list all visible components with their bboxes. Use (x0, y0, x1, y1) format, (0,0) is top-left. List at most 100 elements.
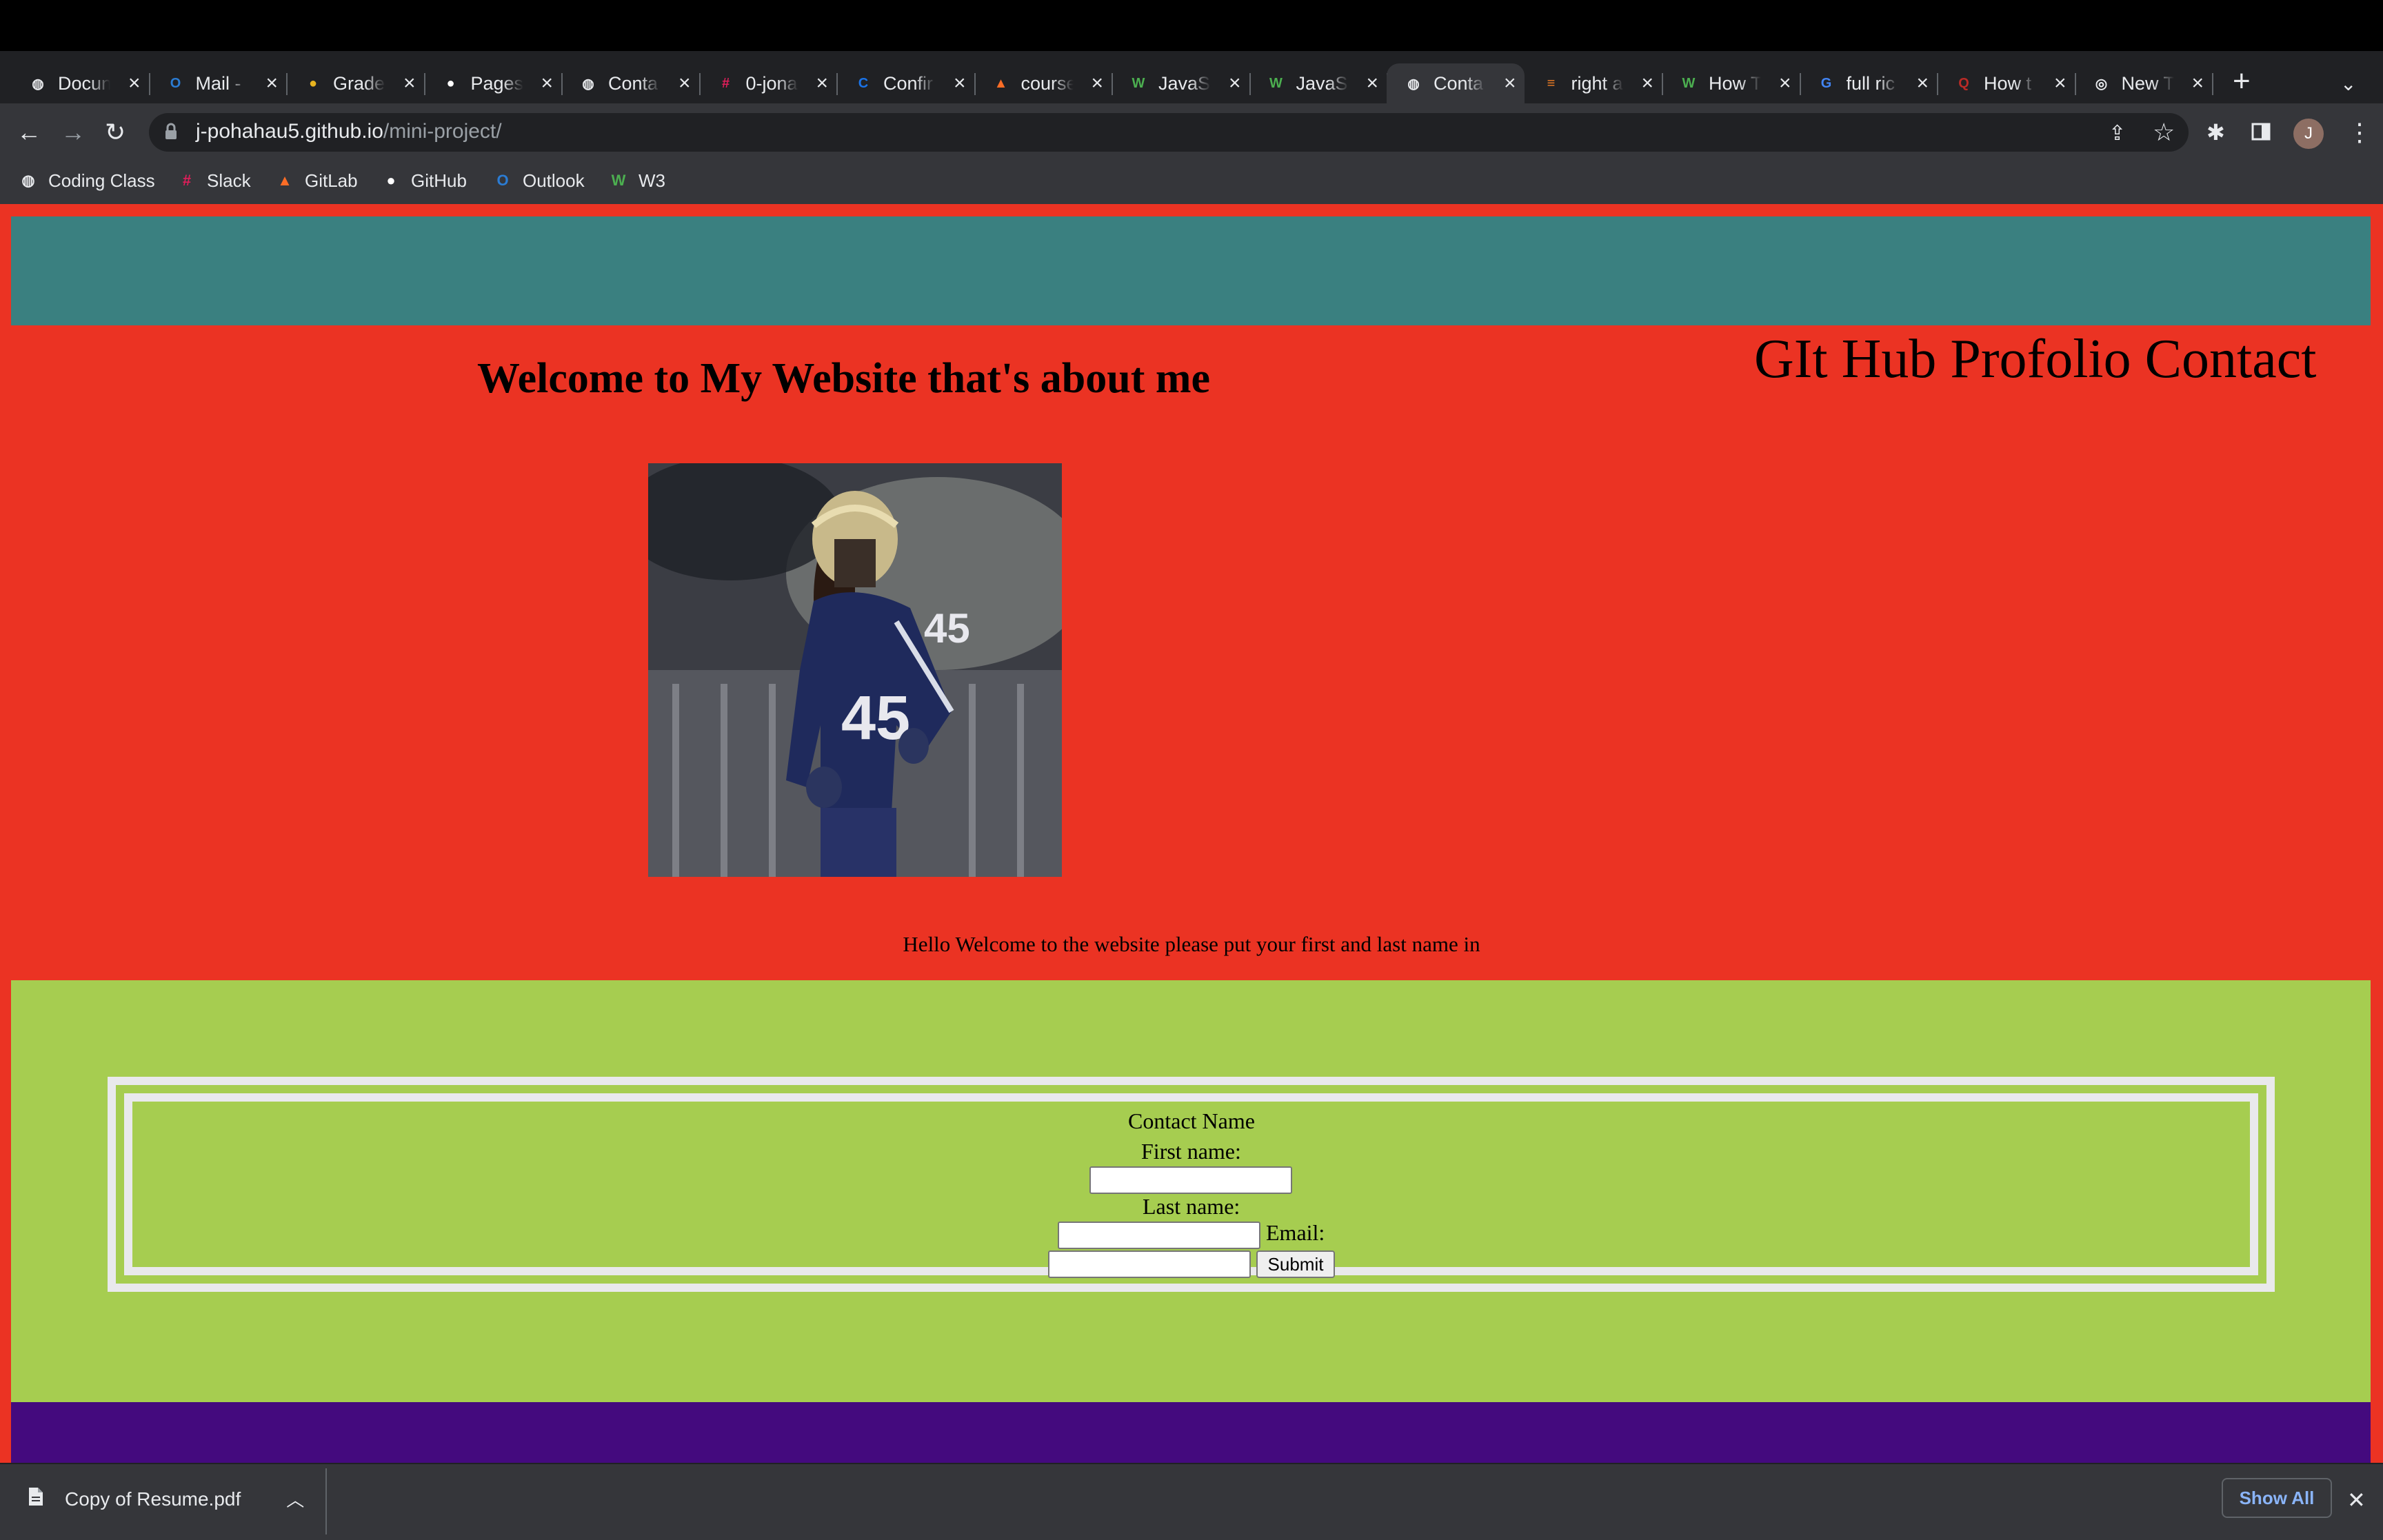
gitlab-icon: ▲ (994, 75, 1008, 91)
browser-tab[interactable]: ● Grade × (286, 63, 425, 103)
bookmark-item[interactable]: O Outlook (492, 167, 585, 194)
tab-title: How t (1984, 72, 2032, 94)
browser-tab[interactable]: C Confir × (836, 63, 976, 103)
email-label: Email: (1266, 1220, 1325, 1245)
header-band (11, 216, 2371, 325)
close-downloads-icon[interactable]: ✕ (2347, 1486, 2366, 1514)
footer-band (11, 1402, 2371, 1463)
close-tab-icon[interactable]: × (2191, 73, 2204, 94)
close-tab-icon[interactable]: × (1366, 73, 1378, 94)
globe-icon: ◍ (1407, 76, 1420, 92)
browser-tab[interactable]: W JavaS × (1249, 63, 1388, 103)
browser-tab[interactable]: W How T × (1662, 63, 1801, 103)
w3-icon: W (1132, 75, 1145, 91)
close-tab-icon[interactable]: × (1091, 73, 1103, 94)
bookmark-label: Slack (207, 170, 251, 191)
close-tab-icon[interactable]: × (816, 73, 828, 94)
globe-icon: ◍ (21, 172, 35, 189)
browser-tab[interactable]: ● Pages × (424, 63, 563, 103)
tab-title: Conta (608, 72, 658, 94)
url-text[interactable]: j-pohahau5.github.io/mini-project/ (196, 120, 502, 143)
tab-title: JavaS (1158, 72, 1211, 94)
last-name-input[interactable] (1058, 1222, 1260, 1249)
first-name-input[interactable] (1089, 1166, 1292, 1194)
lock-icon[interactable] (164, 123, 178, 145)
close-tab-icon[interactable]: × (1779, 73, 1791, 94)
new-tab-icon[interactable]: + (2233, 66, 2251, 97)
tab-title: right a (1571, 72, 1623, 94)
browser-tab[interactable]: ◍ Docun × (11, 63, 150, 103)
close-tab-icon[interactable]: × (1504, 73, 1516, 94)
tab-title: 0-jona (745, 72, 798, 94)
bookmark-item[interactable]: ● GitHub (381, 167, 467, 194)
bookmark-item[interactable]: ▲ GitLab (274, 167, 358, 194)
form-legend: Contact Name (1128, 1108, 1255, 1133)
chrome-icon: ◎ (2095, 76, 2108, 92)
stackoverflow-icon: ≡ (1547, 75, 1556, 91)
close-tab-icon[interactable]: × (1229, 73, 1241, 94)
share-icon[interactable]: ⇪ (2109, 120, 2126, 148)
last-name-label: Last name: (1143, 1194, 1240, 1219)
confirm-icon: C (858, 75, 869, 91)
browser-tab[interactable]: ▲ course × (974, 63, 1113, 103)
w3-icon: W (1269, 75, 1283, 91)
tab-title: course (1020, 72, 1074, 94)
tab-search-icon[interactable]: ⌄ (2340, 70, 2356, 98)
browser-tab[interactable]: ≡ right a × (1525, 63, 1663, 103)
quora-icon: Q (1958, 75, 1969, 91)
close-tab-icon[interactable]: × (128, 73, 141, 94)
w3-icon: W (611, 172, 626, 189)
bookmark-label: Outlook (523, 170, 585, 191)
close-tab-icon[interactable]: × (265, 73, 278, 94)
bookmark-label: GitLab (305, 170, 358, 191)
browser-tab[interactable]: #0-jona × (699, 63, 838, 103)
bookmark-item[interactable]: W W3 (608, 167, 665, 194)
profile-avatar[interactable]: J (2293, 119, 2324, 149)
tab-title: full ric (1846, 72, 1896, 94)
close-tab-icon[interactable]: × (541, 73, 553, 94)
side-panel-icon[interactable] (2251, 120, 2271, 148)
close-tab-icon[interactable]: × (403, 73, 416, 94)
browser-tab[interactable]: ◍ Conta × (1387, 63, 1525, 103)
document-icon (28, 1486, 44, 1512)
menu-icon[interactable]: ⋮ (2347, 119, 2372, 146)
outlook-icon: O (170, 75, 181, 91)
browser-tab[interactable]: Gfull ric × (1800, 63, 1938, 103)
browser-tab[interactable]: Q How t × (1937, 63, 2076, 103)
browser-tab[interactable]: ◎ New T × (2075, 63, 2213, 103)
bookmark-item[interactable]: ◍ Coding Class (18, 167, 154, 194)
browser-tab[interactable]: ◍ Conta × (561, 63, 701, 103)
reload-icon[interactable]: ↻ (105, 119, 125, 146)
tab-strip: ◍ Docun × O Mail - × ● Grade × ● Pages × ◍ Conta × #0-j… (0, 51, 2383, 103)
github-icon: ● (386, 172, 396, 189)
show-all-button[interactable]: Show All (2222, 1478, 2332, 1518)
chevron-up-icon[interactable]: ︿ (286, 1486, 304, 1512)
slack-icon: # (721, 75, 730, 91)
close-tab-icon[interactable]: × (1916, 73, 1929, 94)
forward-icon[interactable]: → (61, 119, 86, 146)
nav-links[interactable]: GIt Hub Profolio Contact (1754, 328, 2316, 391)
tab-separator (2212, 73, 2213, 95)
back-icon[interactable]: ← (17, 119, 41, 146)
tab-title: Grade (333, 72, 385, 94)
tab-title: Pages (470, 72, 523, 94)
extensions-icon[interactable]: ✱ (2206, 119, 2225, 146)
download-item[interactable]: Copy of Resume.pdf ︿ (28, 1486, 304, 1512)
bookmark-star-icon[interactable]: ☆ (2153, 119, 2175, 146)
bookmark-item[interactable]: # Slack (177, 167, 251, 194)
close-tab-icon[interactable]: × (2054, 73, 2067, 94)
tab-title: New T (2121, 72, 2174, 94)
window-top-bar (0, 0, 2383, 51)
downloads-divider (325, 1468, 327, 1534)
close-tab-icon[interactable]: × (678, 73, 691, 94)
submit-button[interactable]: Submit (1256, 1250, 1335, 1278)
browser-tab[interactable]: O Mail - × (149, 63, 288, 103)
grade-icon: ● (308, 75, 318, 91)
close-tab-icon[interactable]: × (954, 73, 966, 94)
download-file-name: Copy of Resume.pdf (65, 1488, 241, 1510)
globe-icon: ◍ (582, 76, 594, 92)
email-input[interactable] (1048, 1250, 1251, 1278)
slack-icon: # (182, 172, 192, 189)
close-tab-icon[interactable]: × (1641, 73, 1653, 94)
browser-tab[interactable]: W JavaS × (1112, 63, 1251, 103)
